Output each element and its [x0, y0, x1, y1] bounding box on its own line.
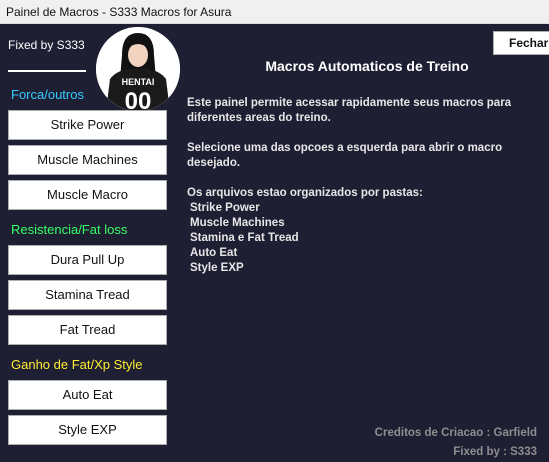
- page-title: Macros Automaticos de Treino: [265, 58, 469, 74]
- muscle-machines-button[interactable]: Muscle Machines: [8, 145, 167, 175]
- fixed-by-footer: Fixed by : S333: [453, 446, 537, 458]
- folder-item: Stamina e Fat Tread: [190, 232, 299, 244]
- style-exp-button[interactable]: Style EXP: [8, 415, 167, 445]
- fat-tread-button[interactable]: Fat Tread: [8, 315, 167, 345]
- avatar-shirt-text: HENTAI: [122, 77, 155, 87]
- section-label-resistencia: Resistencia/Fat loss: [11, 222, 128, 237]
- stamina-tread-button[interactable]: Stamina Tread: [8, 280, 167, 310]
- avatar-image: HENTAI 00: [96, 27, 180, 111]
- section-label-forca: Forca/outros: [11, 87, 84, 102]
- folder-item: Strike Power: [190, 202, 260, 214]
- section-label-ganho: Ganho de Fat/Xp Style: [11, 357, 143, 372]
- description-paragraph-2: Selecione uma das opcoes a esquerda para…: [187, 142, 503, 169]
- folder-item: Muscle Machines: [190, 217, 285, 229]
- description-paragraph-1: Este painel permite acessar rapidamente …: [187, 97, 512, 124]
- window-title: Painel de Macros - S333 Macros for Asura: [0, 0, 549, 24]
- dura-pull-up-button[interactable]: Dura Pull Up: [8, 245, 167, 275]
- auto-eat-button[interactable]: Auto Eat: [8, 380, 167, 410]
- avatar-shirt-number: 00: [125, 88, 152, 111]
- folder-item: Style EXP: [190, 262, 244, 274]
- avatar: HENTAI 00: [96, 27, 180, 111]
- strike-power-button[interactable]: Strike Power: [8, 110, 167, 140]
- credits-label: Creditos de Criacao : Garfield: [374, 427, 537, 439]
- close-button[interactable]: Fechar: [493, 31, 549, 55]
- folders-intro: Os arquivos estao organizados por pastas…: [187, 187, 423, 199]
- muscle-macro-button[interactable]: Muscle Macro: [8, 180, 167, 210]
- main-window: Fixed by S333 HENTAI 00 Fechar Forca/out…: [0, 24, 549, 462]
- fixed-by-divider: [8, 70, 86, 72]
- folder-item: Auto Eat: [190, 247, 238, 259]
- fixed-by-label: Fixed by S333: [8, 38, 85, 52]
